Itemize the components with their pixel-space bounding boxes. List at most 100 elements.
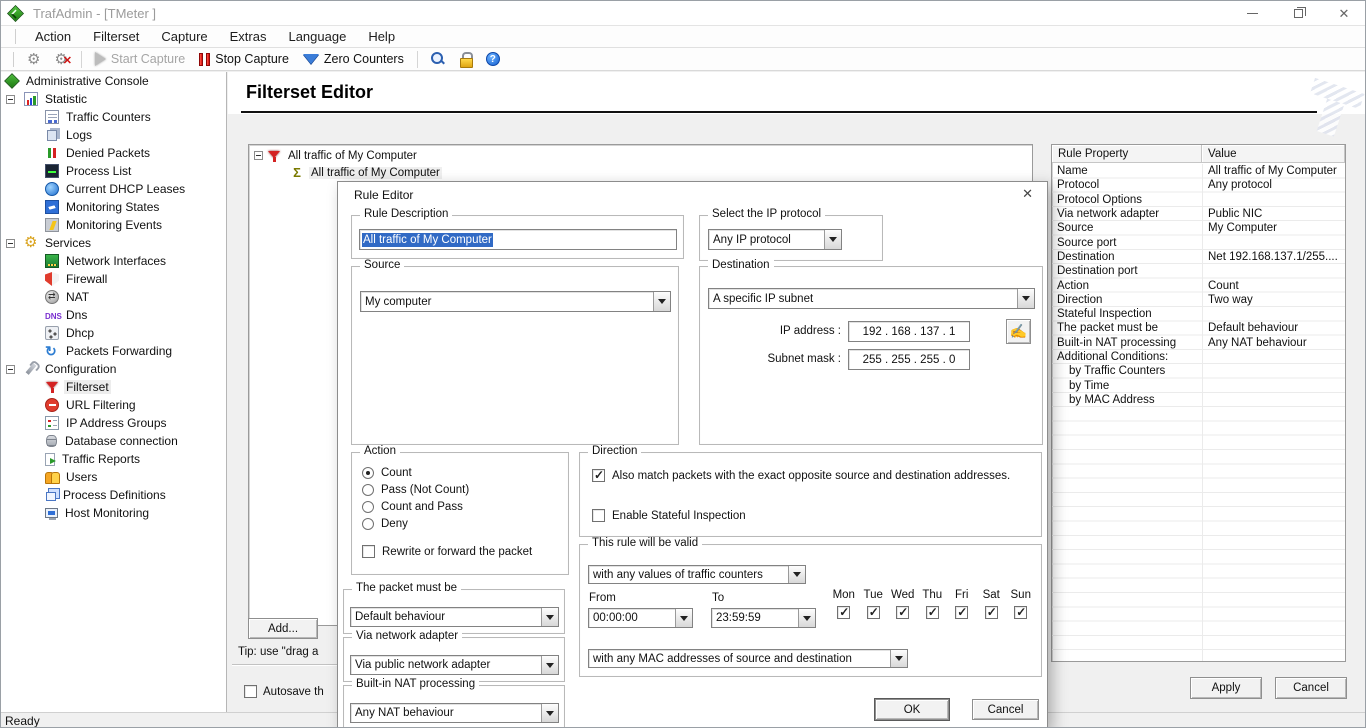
stop-capture-button[interactable]: Stop Capture: [194, 51, 294, 67]
sidebar-item-services[interactable]: Services: [1, 234, 226, 252]
autosave-checkbox[interactable]: [244, 685, 257, 698]
day-checkbox-sat[interactable]: [984, 605, 998, 619]
ip-protocol-select[interactable]: Any IP protocol: [708, 229, 842, 250]
property-row-source-port[interactable]: Source port: [1052, 235, 1345, 249]
menu-item-help[interactable]: Help: [357, 27, 406, 46]
sidebar-item-packets-forwarding[interactable]: Packets Forwarding: [1, 342, 226, 360]
sidebar-item-url-filtering[interactable]: URL Filtering: [1, 396, 226, 414]
dropdown-button[interactable]: [541, 704, 558, 722]
dropdown-button[interactable]: [798, 609, 815, 627]
sidebar-item-ip-address-groups[interactable]: IP Address Groups: [1, 414, 226, 432]
dropdown-button[interactable]: [1017, 289, 1034, 308]
property-row-additional-conditions[interactable]: Additional Conditions:: [1052, 350, 1345, 364]
subnet-mask-input[interactable]: 255 . 255 . 255 . 0: [848, 349, 970, 370]
sidebar-item-filterset[interactable]: Filterset: [1, 378, 226, 396]
dialog-close-icon[interactable]: ✕: [1022, 187, 1033, 200]
day-checkbox-sun[interactable]: [1014, 605, 1028, 619]
via-adapter-select[interactable]: Via public network adapter: [350, 655, 559, 675]
sidebar-item-traffic-counters[interactable]: Traffic Counters: [1, 108, 226, 126]
start-capture-button[interactable]: Start Capture: [90, 51, 190, 67]
sidebar-item-nat[interactable]: NAT: [1, 288, 226, 306]
ip-picker-button[interactable]: ✍: [1006, 319, 1031, 344]
security-button[interactable]: [454, 51, 477, 68]
dropdown-button[interactable]: [653, 292, 670, 311]
sidebar-item-statistic[interactable]: Statistic: [1, 90, 226, 108]
mac-address-select[interactable]: with any MAC addresses of source and des…: [588, 649, 908, 668]
property-row-destination-port[interactable]: Destination port: [1052, 264, 1345, 278]
sidebar-item-monitoring-events[interactable]: Monitoring Events: [1, 216, 226, 234]
sidebar-item-denied-packets[interactable]: Denied Packets: [1, 144, 226, 162]
sidebar-item-process-definitions[interactable]: Process Definitions: [1, 486, 226, 504]
radio-button[interactable]: [362, 467, 374, 479]
action-option-deny[interactable]: Deny: [362, 518, 408, 530]
day-checkbox-fri[interactable]: [955, 605, 969, 619]
stateful-checkbox[interactable]: [592, 509, 605, 522]
property-row-action[interactable]: Action Count: [1052, 278, 1345, 292]
property-row-by-traffic-counters[interactable]: by Traffic Counters: [1052, 364, 1345, 378]
dropdown-button[interactable]: [541, 608, 558, 626]
property-row-via-network-adapter[interactable]: Via network adapter Public NIC: [1052, 207, 1345, 221]
dropdown-button[interactable]: [541, 656, 558, 674]
menu-item-capture[interactable]: Capture: [150, 27, 218, 46]
day-checkbox-thu[interactable]: [925, 605, 939, 619]
property-row-the-packet-must-be[interactable]: The packet must be Default behaviour: [1052, 321, 1345, 335]
to-time-select[interactable]: 23:59:59: [711, 608, 816, 628]
ok-button[interactable]: OK: [874, 698, 950, 721]
menu-item-extras[interactable]: Extras: [219, 27, 278, 46]
sidebar-item-dhcp[interactable]: Dhcp: [1, 324, 226, 342]
dropdown-button[interactable]: [824, 230, 841, 249]
property-row-stateful-inspection[interactable]: Stateful Inspection: [1052, 307, 1345, 321]
expand-toggle[interactable]: [254, 151, 263, 160]
dropdown-button[interactable]: [675, 609, 692, 627]
column-header-value[interactable]: Value: [1202, 145, 1345, 163]
action-option-count[interactable]: Count: [362, 467, 412, 479]
sidebar-item-administrative-console[interactable]: Administrative Console: [1, 72, 226, 90]
sidebar-item-users[interactable]: Users: [1, 468, 226, 486]
sidebar-item-monitoring-states[interactable]: Monitoring States: [1, 198, 226, 216]
property-row-by-mac-address[interactable]: by MAC Address: [1052, 393, 1345, 407]
day-checkbox-mon[interactable]: [837, 605, 851, 619]
sidebar-item-host-monitoring[interactable]: Host Monitoring: [1, 504, 226, 522]
dropdown-button[interactable]: [788, 566, 805, 583]
destination-select[interactable]: A specific IP subnet: [708, 288, 1035, 309]
action-option-count-and-pass[interactable]: Count and Pass: [362, 501, 463, 513]
expand-toggle[interactable]: [6, 364, 15, 374]
menu-item-filterset[interactable]: Filterset: [82, 27, 150, 46]
radio-button[interactable]: [362, 501, 374, 513]
ip-address-input[interactable]: 192 . 168 . 137 . 1: [848, 321, 970, 342]
autosave-option[interactable]: Autosave th: [244, 685, 338, 698]
day-checkbox-wed[interactable]: [896, 605, 910, 619]
action-option-pass-not-count[interactable]: Pass (Not Count): [362, 484, 469, 496]
property-row-protocol-options[interactable]: Protocol Options: [1052, 193, 1345, 207]
sidebar-item-logs[interactable]: Logs: [1, 126, 226, 144]
property-row-direction[interactable]: Direction Two way: [1052, 293, 1345, 307]
property-row-name[interactable]: Name All traffic of My Computer: [1052, 164, 1345, 178]
rewrite-option[interactable]: Rewrite or forward the packet: [362, 545, 532, 558]
match-opposite-option[interactable]: Also match packets with the exact opposi…: [592, 468, 1010, 482]
sidebar-item-database-connection[interactable]: Database connection: [1, 432, 226, 450]
menu-item-action[interactable]: Action: [24, 27, 82, 46]
property-row-by-time[interactable]: by Time: [1052, 378, 1345, 392]
traffic-counters-select[interactable]: with any values of traffic counters: [588, 565, 806, 584]
sidebar-item-current-dhcp-leases[interactable]: Current DHCP Leases: [1, 180, 226, 198]
view-log-button[interactable]: [426, 51, 450, 67]
sidebar-item-firewall[interactable]: Firewall: [1, 270, 226, 288]
settings-button[interactable]: ⚙: [22, 51, 45, 68]
packet-must-be-select[interactable]: Default behaviour: [350, 607, 559, 627]
close-button[interactable]: ✕: [1321, 1, 1365, 25]
add-rule-button[interactable]: Add...: [248, 618, 318, 639]
stateful-option[interactable]: Enable Stateful Inspection: [592, 509, 746, 522]
remove-service-button[interactable]: ⚙: [49, 51, 72, 69]
rule-tree-parent-row[interactable]: All traffic of My Computer: [249, 147, 1032, 164]
minimize-button[interactable]: [1229, 1, 1275, 25]
rule-description-input[interactable]: All traffic of My Computer: [359, 229, 677, 250]
help-button[interactable]: ?: [481, 51, 505, 67]
property-row-protocol[interactable]: Protocol Any protocol: [1052, 178, 1345, 192]
radio-button[interactable]: [362, 484, 374, 496]
sidebar-item-network-interfaces[interactable]: Network Interfaces: [1, 252, 226, 270]
sidebar-item-traffic-reports[interactable]: Traffic Reports: [1, 450, 226, 468]
rule-tree-child-row[interactable]: Σ All traffic of My Computer: [249, 164, 1032, 181]
sidebar-item-configuration[interactable]: Configuration: [1, 360, 226, 378]
rewrite-checkbox[interactable]: [362, 545, 375, 558]
sidebar-item-dns[interactable]: Dns: [1, 306, 226, 324]
